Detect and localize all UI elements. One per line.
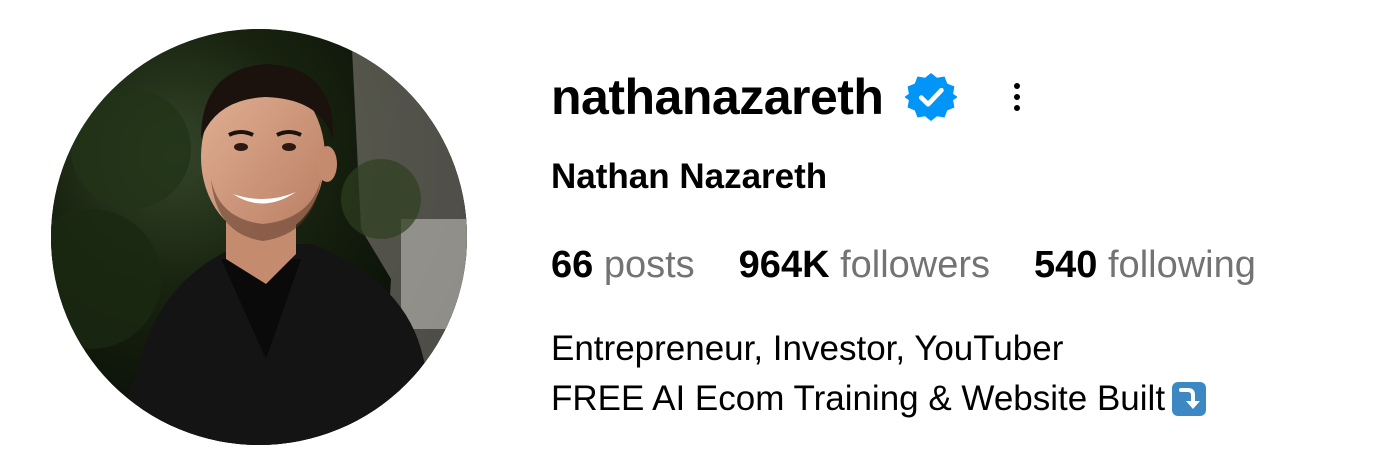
bio-line-2-text: FREE AI Ecom Training & Website Built: [551, 379, 1166, 418]
profile-stats: 66 posts 964K followers 540 following: [551, 240, 1256, 290]
bio: Entrepreneur, Investor, YouTuber FREE AI…: [551, 324, 1207, 424]
profile-avatar[interactable]: [51, 29, 467, 445]
username: nathanazareth: [551, 69, 884, 125]
bio-line-1: Entrepreneur, Investor, YouTuber: [551, 329, 1064, 368]
following-label: following: [1108, 244, 1256, 286]
profile-photo: [51, 29, 467, 445]
following-link[interactable]: 540 following: [1034, 240, 1256, 290]
verified-badge-icon: [905, 71, 958, 123]
followers-number: 964K: [738, 244, 830, 286]
posts-label: posts: [603, 244, 695, 286]
more-vertical-icon[interactable]: [1003, 71, 1031, 123]
followers-label: followers: [840, 244, 991, 286]
posts-number: 66: [551, 244, 594, 286]
username-row: nathanazareth: [551, 62, 1031, 132]
following-number: 540: [1034, 244, 1098, 286]
followers-link[interactable]: 964K followers: [739, 240, 990, 290]
arrow-down-right-emoji-icon: [1171, 381, 1207, 417]
profile-info: nathanazareth Nathan Nazareth 66 posts 9…: [551, 0, 1391, 464]
full-name: Nathan Nazareth: [551, 157, 828, 196]
posts-count[interactable]: 66 posts: [551, 240, 695, 290]
bio-line-2: FREE AI Ecom Training & Website Built: [551, 374, 1207, 424]
